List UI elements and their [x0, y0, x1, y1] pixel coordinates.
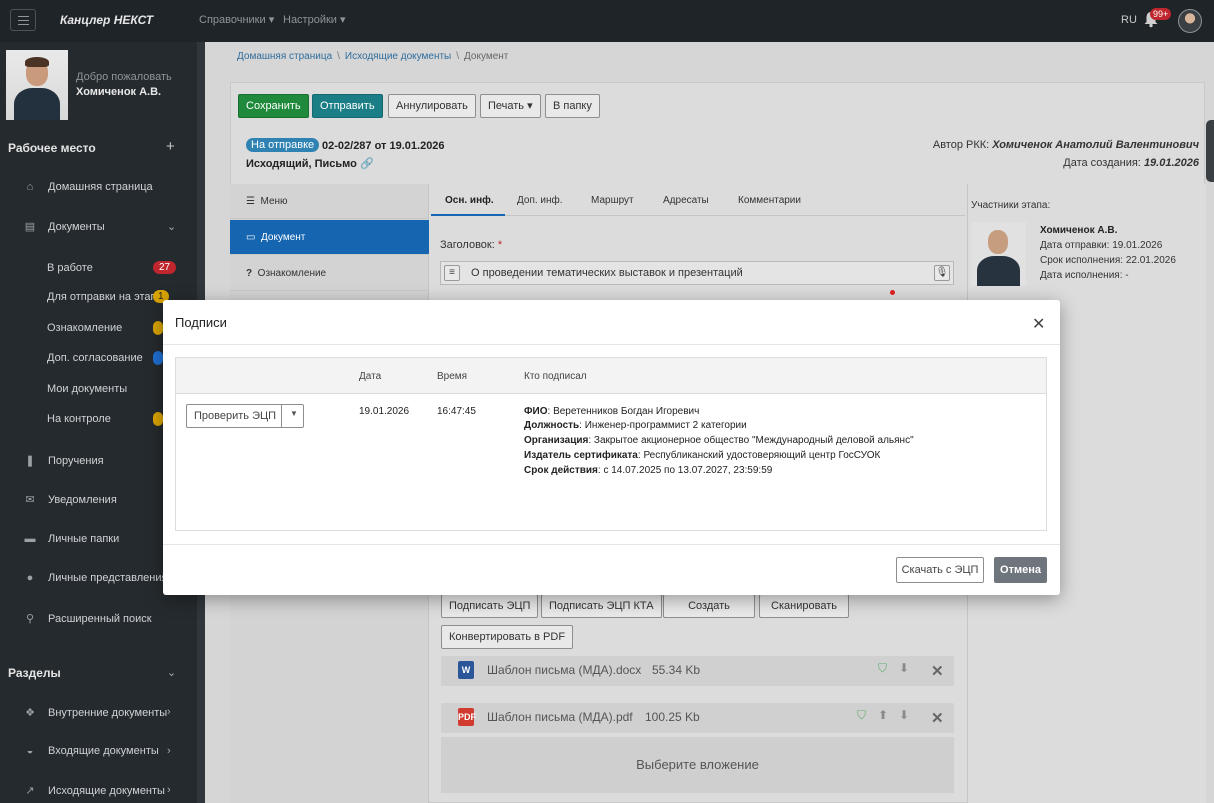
caret-down-icon: ▼ [290, 409, 298, 418]
column-date: Дата [359, 371, 382, 382]
signer-fio: ФИО: Веретенников Богдан Игоревич [524, 406, 700, 417]
signer-org: Организация: Закрытое акционерное общест… [524, 435, 914, 446]
verify-ecp-button[interactable]: Проверить ЭЦП ▼ [186, 404, 304, 428]
cert-issuer: Издатель сертификата: Республиканский уд… [524, 450, 881, 461]
cert-validity: Срок действия: с 14.07.2025 по 13.07.202… [524, 465, 773, 476]
signer-position: Должность: Инженер-программист 2 категор… [524, 420, 747, 431]
column-time: Время [437, 371, 468, 382]
sign-date: 19.01.2026 [359, 406, 410, 417]
close-icon[interactable]: ✕ [1032, 314, 1045, 334]
divider [163, 344, 1060, 345]
download-with-ecp-button[interactable]: Скачать с ЭЦП [896, 557, 984, 583]
modal-title: Подписи [175, 315, 227, 330]
column-signer: Кто подписал [524, 371, 587, 382]
signatures-table: Дата Время Кто подписал Проверить ЭЦП ▼ … [175, 357, 1047, 531]
cancel-button[interactable]: Отмена [994, 557, 1047, 583]
sign-time: 16:47:45 [437, 406, 476, 417]
divider [163, 544, 1060, 545]
signatures-modal: Подписи ✕ Дата Время Кто подписал Провер… [163, 300, 1060, 595]
table-header: Дата Время Кто подписал [176, 358, 1046, 394]
